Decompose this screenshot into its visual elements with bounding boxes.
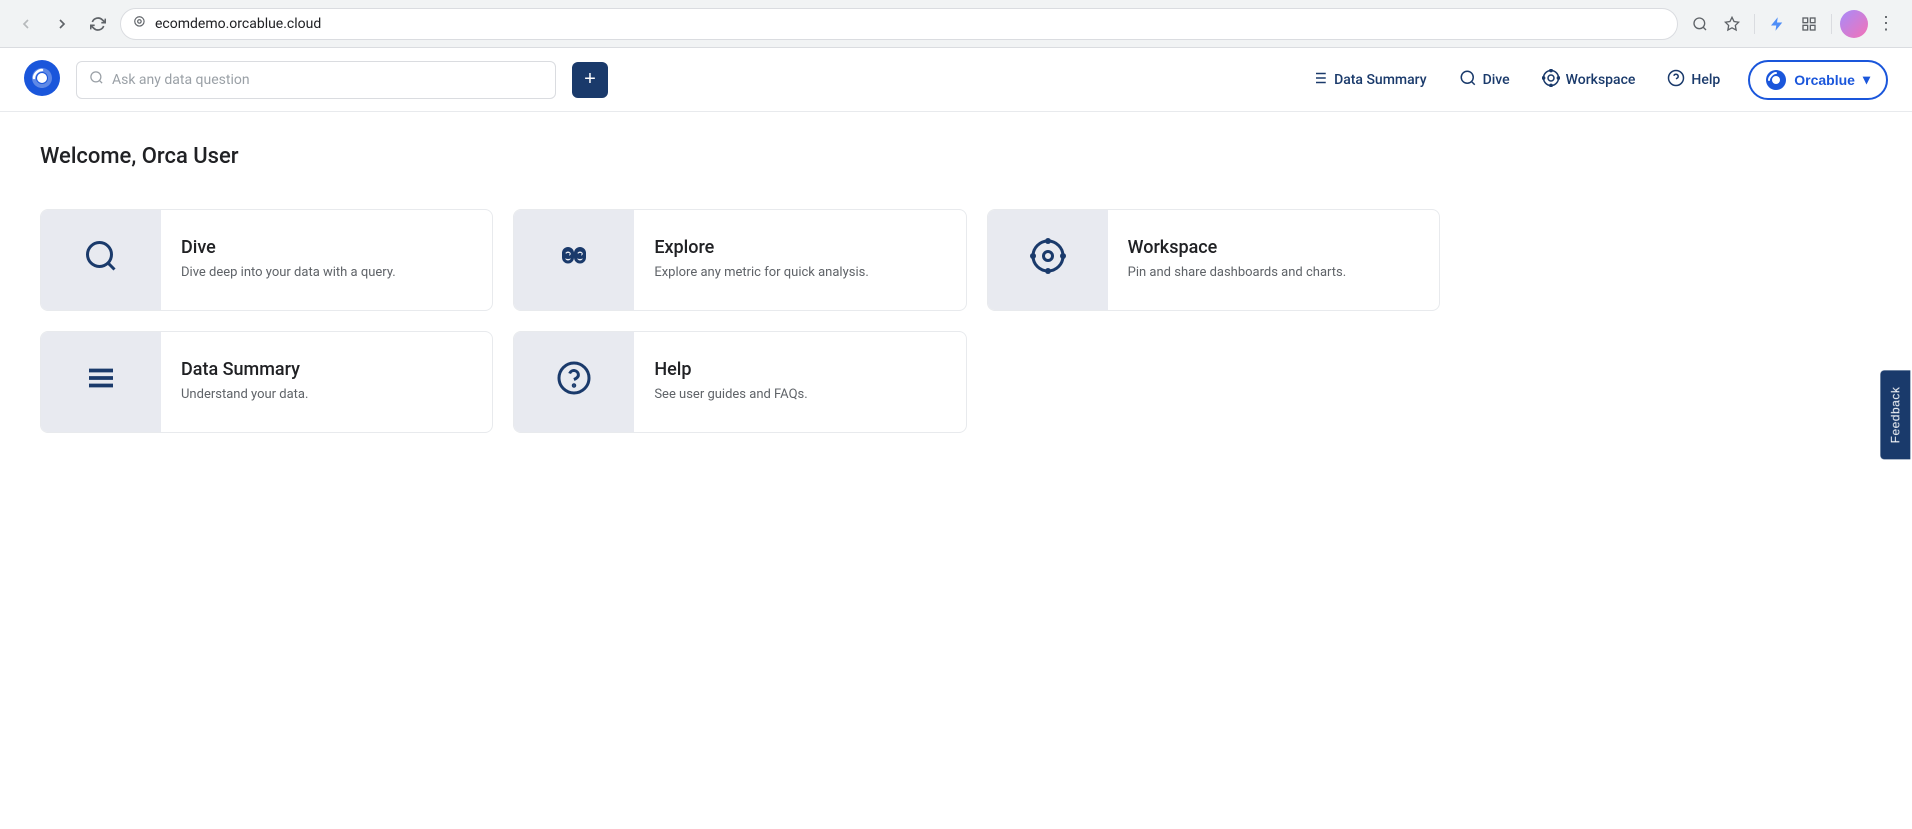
nav-links: Data Summary Dive Workspace Help [1298,61,1732,99]
cards-grid: Dive Dive deep into your data with a que… [40,209,1440,433]
card-help-icon-area [514,332,634,432]
divider2 [1831,14,1832,34]
workspace-card-icon [1030,238,1066,282]
card-workspace-desc: Pin and share dashboards and charts. [1128,264,1419,282]
card-explore-icon-area [514,210,634,310]
logo[interactable] [24,60,60,100]
card-data-summary-desc: Understand your data. [181,386,472,404]
search-icon [89,70,104,89]
help-card-icon [556,360,592,404]
forward-button[interactable] [48,10,76,38]
card-data-summary[interactable]: Data Summary Understand your data. [40,331,493,433]
brand-label: Orcablue [1794,72,1855,88]
card-explore-desc: Explore any metric for quick analysis. [654,264,945,282]
welcome-title: Welcome, Orca User [40,144,1872,169]
back-button[interactable] [12,10,40,38]
card-workspace-title: Workspace [1128,237,1419,258]
list-icon [1310,69,1328,91]
nav-help[interactable]: Help [1655,61,1732,99]
card-dive-icon-area [41,210,161,310]
workspace-nav-icon [1542,69,1560,91]
nav-workspace[interactable]: Workspace [1530,61,1648,99]
main-content: Welcome, Orca User Dive Dive deep into y… [0,112,1912,829]
card-workspace-icon-area [988,210,1108,310]
nav-data-summary-label: Data Summary [1334,72,1427,88]
card-dive-text: Dive Dive deep into your data with a que… [161,221,492,298]
bookmark-button[interactable] [1718,10,1746,38]
divider [1754,14,1755,34]
search-bar[interactable]: Ask any data question [76,61,556,99]
nav-dive[interactable]: Dive [1447,61,1522,99]
plus-button[interactable]: + [572,62,608,98]
app-header: Ask any data question + Data Summary Div… [0,48,1912,112]
address-icon [133,15,147,32]
feedback-button[interactable]: Feedback [1881,370,1911,459]
help-nav-icon [1667,69,1685,91]
card-dive[interactable]: Dive Dive deep into your data with a que… [40,209,493,311]
card-workspace[interactable]: Workspace Pin and share dashboards and c… [987,209,1440,311]
nav-dive-label: Dive [1483,72,1510,88]
explore-card-icon [556,238,592,282]
card-help-text: Help See user guides and FAQs. [634,343,965,420]
chrome-actions: ⋮ [1686,10,1900,38]
avatar-button[interactable] [1840,10,1868,38]
dive-card-icon [83,238,119,282]
card-data-summary-text: Data Summary Understand your data. [161,343,492,420]
brand-chevron: ▾ [1863,71,1870,88]
nav-workspace-label: Workspace [1566,72,1636,88]
card-data-summary-icon-area [41,332,161,432]
card-dive-title: Dive [181,237,472,258]
search-button[interactable] [1686,10,1714,38]
reload-button[interactable] [84,10,112,38]
card-explore[interactable]: Explore Explore any metric for quick ana… [513,209,966,311]
nav-help-label: Help [1691,72,1720,88]
card-help-title: Help [654,359,945,380]
menu-button[interactable]: ⋮ [1872,10,1900,38]
brand-button[interactable]: Orcablue ▾ [1748,60,1888,100]
address-bar[interactable]: ecomdemo.orcablue.cloud [120,8,1678,40]
card-data-summary-title: Data Summary [181,359,472,380]
url-text: ecomdemo.orcablue.cloud [155,16,1665,32]
browser-chrome: ecomdemo.orcablue.cloud ⋮ [0,0,1912,48]
card-explore-title: Explore [654,237,945,258]
card-workspace-text: Workspace Pin and share dashboards and c… [1108,221,1439,298]
extensions-button[interactable] [1795,10,1823,38]
card-help[interactable]: Help See user guides and FAQs. [513,331,966,433]
data-summary-card-icon [83,360,119,404]
card-explore-text: Explore Explore any metric for quick ana… [634,221,965,298]
card-dive-desc: Dive deep into your data with a query. [181,264,472,282]
search-placeholder: Ask any data question [112,72,543,88]
card-help-desc: See user guides and FAQs. [654,386,945,404]
nav-data-summary[interactable]: Data Summary [1298,61,1439,99]
dive-search-icon [1459,69,1477,91]
extension-button[interactable] [1763,10,1791,38]
